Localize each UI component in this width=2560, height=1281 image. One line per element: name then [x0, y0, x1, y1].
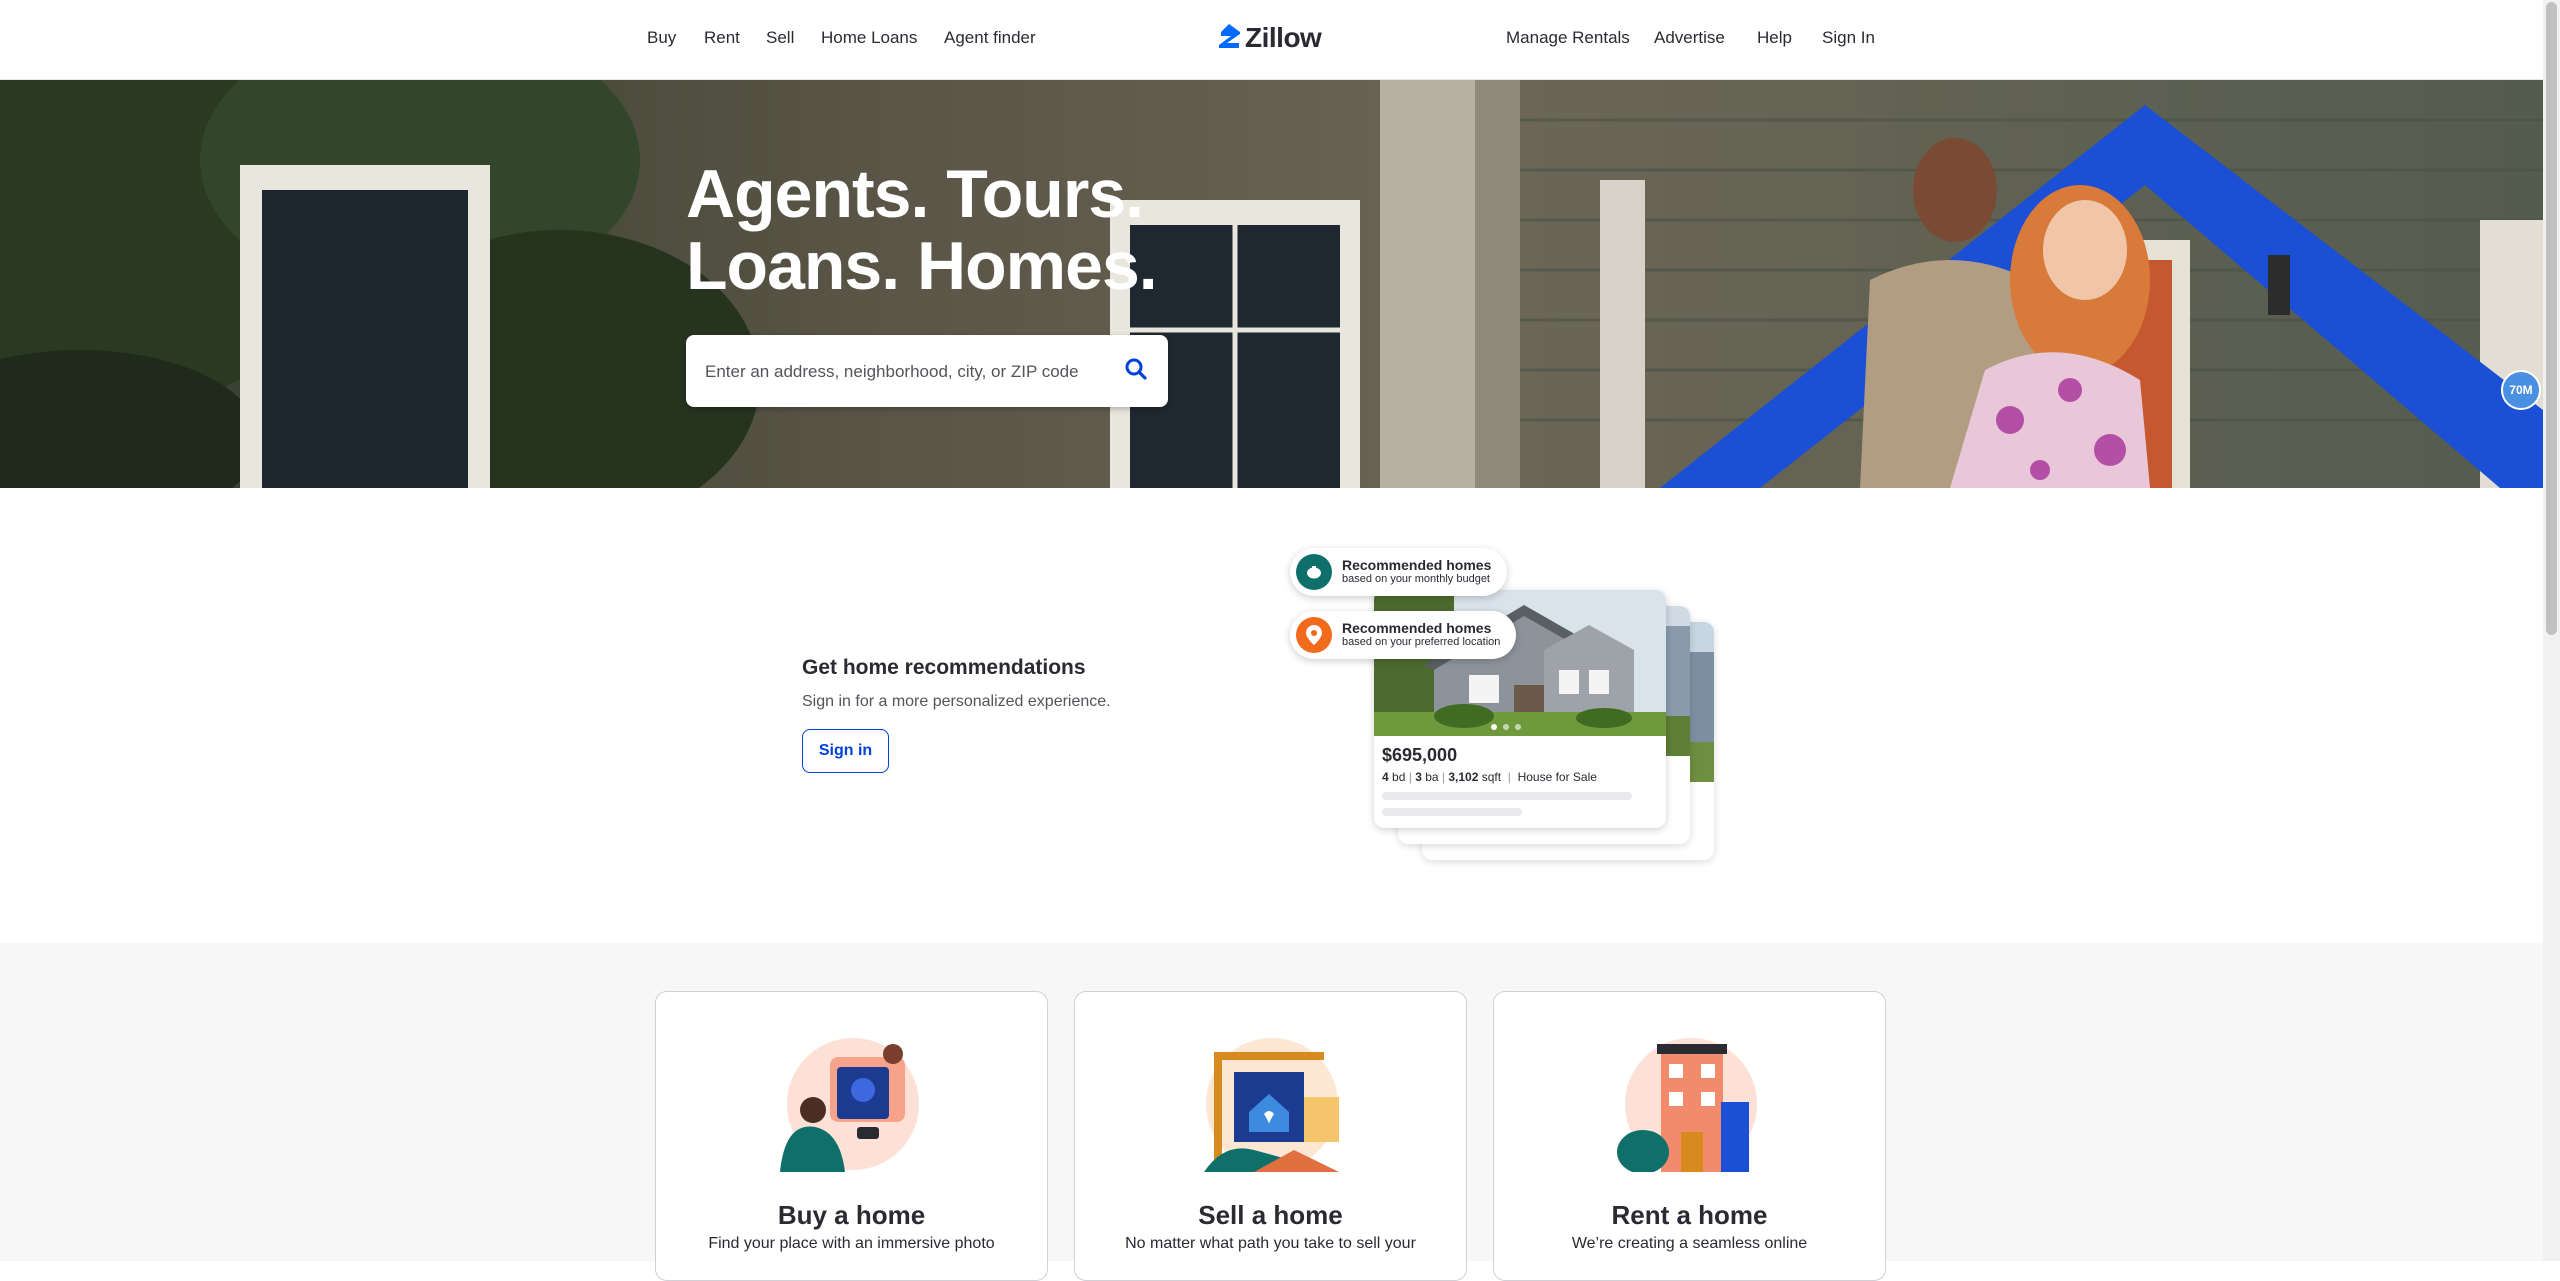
beds-value: 4 — [1382, 770, 1389, 784]
recommended-location-pill: Recommended homes based on your preferre… — [1290, 611, 1517, 659]
rent-home-illustration — [1617, 1038, 1757, 1172]
page-scrollbar[interactable] — [2543, 0, 2560, 1261]
placeholder-bar — [1382, 808, 1522, 816]
sqft-value: 3,102 — [1448, 770, 1479, 784]
sell-home-illustration — [1204, 1038, 1339, 1172]
hero-title-line-1: Agents. Tours. — [686, 156, 1144, 232]
nav-manage-rentals[interactable]: Manage Rentals — [1506, 28, 1630, 48]
pill-location-title: Recommended homes — [1342, 620, 1492, 636]
sign-in-button[interactable]: Sign in — [802, 729, 889, 773]
sell-card-description: No matter what path you take to sell you… — [1125, 1235, 1416, 1252]
pill-budget-subtitle: based on your monthly budget — [1342, 573, 1490, 585]
hero-photo — [0, 80, 2543, 488]
recommended-budget-pill: Recommended homes based on your monthly … — [1290, 548, 1508, 596]
pill-budget-title: Recommended homes — [1342, 557, 1492, 573]
sell-card-title: Sell a home — [1198, 1200, 1343, 1230]
recommendations-illustration: $695,000 4 bd | 3 ba | 3,102 sqft | Hous… — [1290, 548, 1730, 868]
nav-sign-in[interactable]: Sign In — [1822, 28, 1875, 48]
sell-a-home-card[interactable]: Sell a home No matter what path you take… — [1074, 991, 1467, 1281]
nav-sell[interactable]: Sell — [766, 28, 794, 48]
baths-unit: ba — [1425, 770, 1439, 784]
nav-agent-finder[interactable]: Agent finder — [944, 28, 1036, 48]
rent-card-description: We’re creating a seamless online — [1571, 1235, 1808, 1252]
hero-title: Agents. Tours. Loans. Homes. — [686, 156, 1158, 304]
floating-badge[interactable]: 70M — [2501, 370, 2541, 410]
piggy-bank-icon — [1296, 554, 1332, 590]
scrollbar-thumb[interactable] — [2546, 2, 2557, 635]
hero-banner: Agents. Tours. Loans. Homes. 70M — [0, 80, 2543, 488]
recommendations-heading: Get home recommendations — [802, 656, 1086, 679]
sqft-unit: sqft — [1481, 770, 1502, 784]
buy-card-title: Buy a home — [777, 1200, 926, 1230]
rent-card-title: Rent a home — [1611, 1200, 1768, 1230]
buy-home-illustration — [780, 1038, 919, 1172]
listing-type: House for Sale — [1517, 770, 1597, 784]
nav-buy[interactable]: Buy — [647, 28, 676, 48]
rent-a-home-card[interactable]: Rent a home We’re creating a seamless on… — [1493, 991, 1886, 1281]
search-box — [686, 335, 1168, 409]
listing-price: $695,000 — [1382, 745, 1458, 765]
pill-location-subtitle: based on your preferred location — [1342, 636, 1501, 648]
beds-unit: bd — [1392, 770, 1406, 784]
nav-help[interactable]: Help — [1757, 28, 1792, 48]
baths-value: 3 — [1415, 770, 1422, 784]
placeholder-bar — [1382, 792, 1632, 800]
search-button[interactable] — [1116, 351, 1156, 391]
hero-title-line-2: Loans. Homes. — [686, 228, 1158, 304]
logo-wordmark: Zillow — [1245, 22, 1322, 53]
action-cards-section: Buy a home Find your place with an immer… — [0, 943, 2543, 1281]
top-navigation: Buy Rent Sell Home Loans Agent finder Zi… — [0, 0, 2543, 80]
location-pin-icon — [1296, 617, 1332, 653]
nav-rent[interactable]: Rent — [704, 28, 740, 48]
search-icon — [1125, 358, 1147, 385]
zillow-z-icon — [1217, 23, 1241, 54]
recommendations-subtext: Sign in for a more personalized experien… — [802, 693, 1111, 710]
nav-home-loans[interactable]: Home Loans — [821, 28, 917, 48]
search-input[interactable] — [703, 335, 1097, 409]
nav-advertise[interactable]: Advertise — [1654, 28, 1725, 48]
zillow-logo[interactable]: Zillow — [1217, 22, 1322, 54]
buy-card-description: Find your place with an immersive photo — [708, 1235, 995, 1252]
listing-facts: 4 bd | 3 ba | 3,102 sqft | House for Sal… — [1382, 770, 1597, 784]
buy-a-home-card[interactable]: Buy a home Find your place with an immer… — [655, 991, 1048, 1281]
recommendations-section: Get home recommendations Sign in for a m… — [0, 488, 2543, 943]
